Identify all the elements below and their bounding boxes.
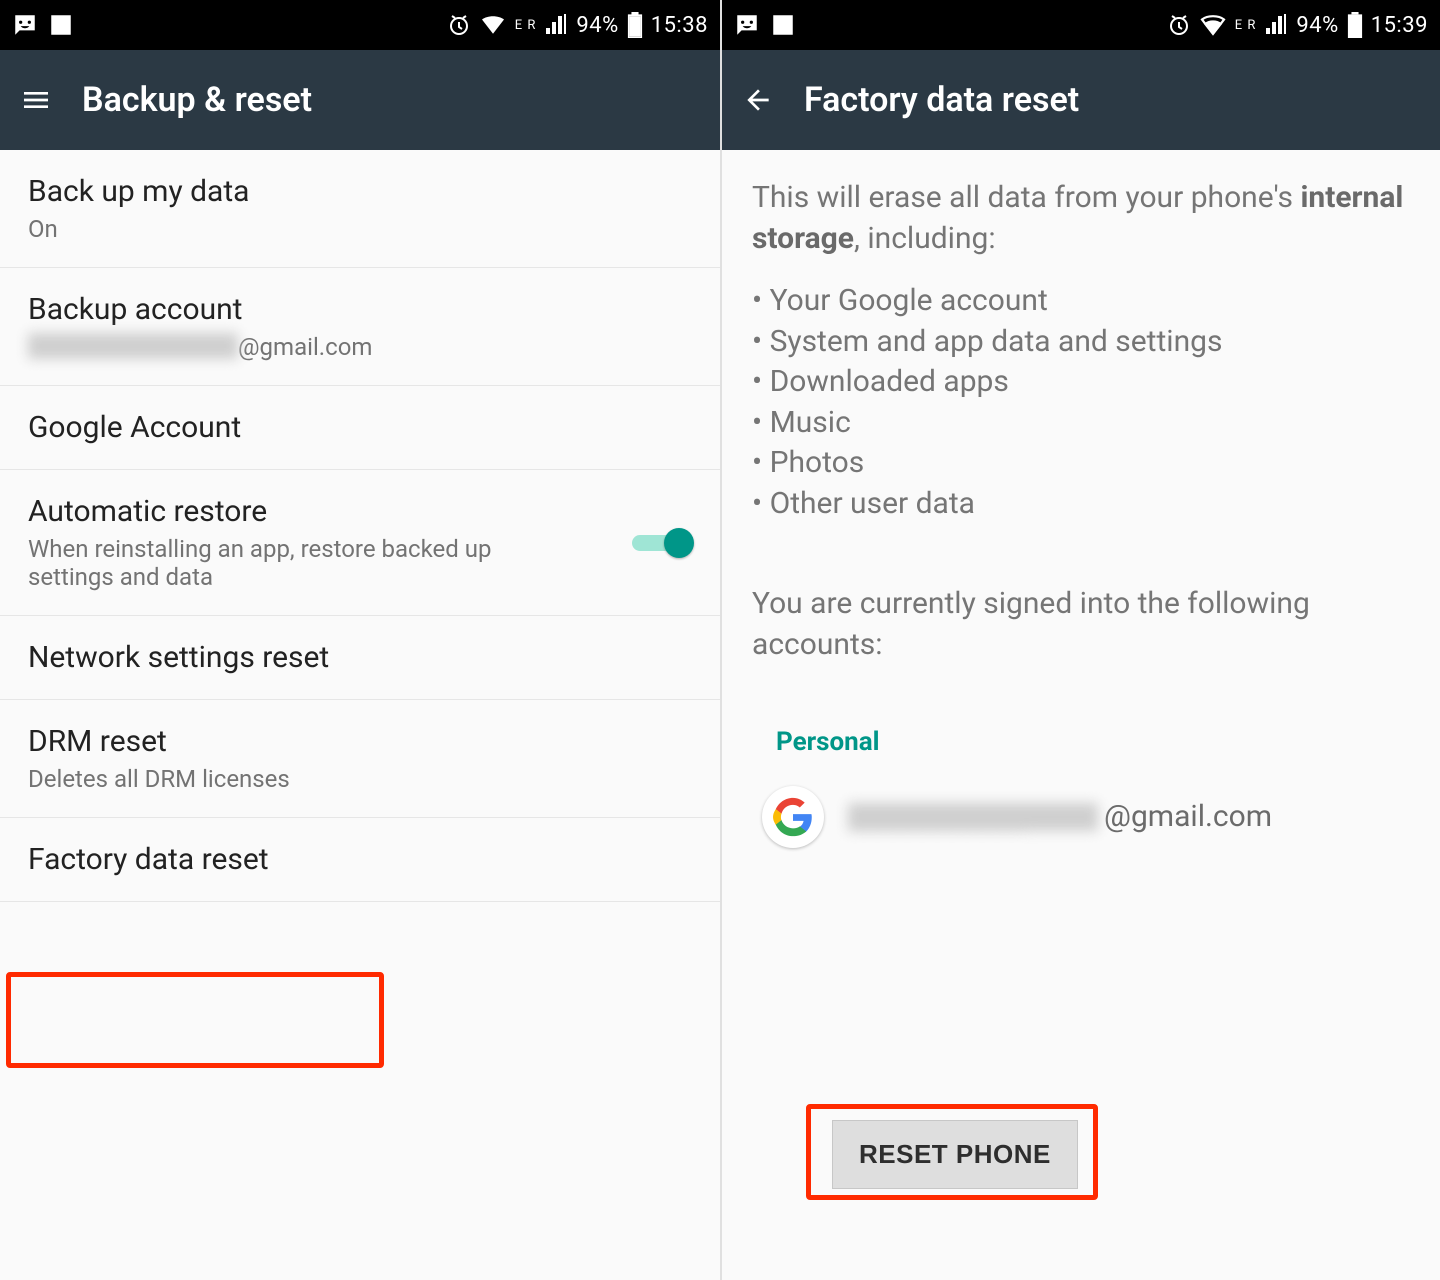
account-row[interactable]: xxxxxxxxxxxx@gmail.com	[752, 780, 1410, 848]
battery-percent: 94%	[576, 13, 618, 38]
status-bar: E R 94% 15:38	[0, 0, 720, 50]
highlight-factory-reset	[6, 972, 384, 1068]
reset-phone-button[interactable]: RESET PHONE	[832, 1120, 1078, 1189]
redacted-text: xxxxxxxxxx	[28, 333, 238, 359]
item-subtitle: When reinstalling an app, restore backed…	[28, 535, 548, 591]
item-title: Network settings reset	[28, 640, 329, 675]
item-title: Google Account	[28, 410, 241, 445]
sms-icon	[734, 12, 760, 38]
bullet-item: • Other user data	[752, 484, 1410, 525]
reset-description: This will erase all data from your phone…	[722, 150, 1440, 848]
item-google-account[interactable]: Google Account	[0, 386, 720, 470]
network-indicator: E R	[1235, 19, 1257, 32]
item-subtitle: On	[28, 215, 250, 243]
bullet-list: • Your Google account • System and app d…	[752, 281, 1410, 524]
wifi-icon	[1199, 14, 1227, 36]
clock-text: 15:39	[1371, 13, 1428, 38]
account-email: xxxxxxxxxxxx@gmail.com	[848, 797, 1272, 838]
bullet-item: • Photos	[752, 443, 1410, 484]
settings-list: Back up my data On Backup account xxxxxx…	[0, 150, 720, 902]
signal-icon	[1264, 14, 1288, 36]
bullet-item: • Your Google account	[752, 281, 1410, 322]
clock-text: 15:38	[651, 13, 708, 38]
image-icon	[770, 12, 796, 38]
intro-prefix: This will erase all data from your phone…	[752, 180, 1300, 215]
signal-icon	[544, 14, 568, 36]
battery-percent: 94%	[1296, 13, 1338, 38]
page-title: Backup & reset	[82, 80, 312, 120]
network-indicator: E R	[515, 19, 537, 32]
item-automatic-restore[interactable]: Automatic restore When reinstalling an a…	[0, 470, 720, 616]
item-title: Automatic restore	[28, 494, 548, 529]
toggle-automatic-restore[interactable]	[632, 528, 692, 558]
image-icon	[48, 12, 74, 38]
back-arrow-icon[interactable]	[742, 84, 774, 116]
sms-icon	[12, 12, 38, 38]
item-title: DRM reset	[28, 724, 290, 759]
bullet-item: • Music	[752, 403, 1410, 444]
bullet-item: • Downloaded apps	[752, 362, 1410, 403]
intro-suffix: , including:	[854, 221, 996, 256]
battery-icon	[627, 12, 643, 38]
signed-in-text: You are currently signed into the follow…	[752, 584, 1410, 665]
page-title: Factory data reset	[804, 80, 1079, 120]
item-factory-data-reset[interactable]: Factory data reset	[0, 818, 720, 902]
item-subtitle: Deletes all DRM licenses	[28, 765, 290, 793]
screen-factory-data-reset: E R 94% 15:39 Factory data reset	[720, 0, 1440, 1280]
redacted-text: xxxxxxxxxxxx	[848, 803, 1098, 831]
email-suffix: @gmail.com	[238, 333, 372, 361]
item-title: Factory data reset	[28, 842, 269, 877]
alarm-icon	[1167, 13, 1191, 37]
screen-backup-reset: E R 94% 15:38 Backup & reset	[0, 0, 720, 1280]
item-title: Back up my data	[28, 174, 250, 209]
hamburger-icon[interactable]	[20, 84, 52, 116]
item-network-settings-reset[interactable]: Network settings reset	[0, 616, 720, 700]
intro-text: This will erase all data from your phone…	[752, 178, 1410, 259]
battery-icon	[1347, 12, 1363, 38]
alarm-icon	[447, 13, 471, 37]
item-backup-my-data[interactable]: Back up my data On	[0, 150, 720, 268]
item-drm-reset[interactable]: DRM reset Deletes all DRM licenses	[0, 700, 720, 818]
status-bar: E R 94% 15:39	[722, 0, 1440, 50]
email-suffix: @gmail.com	[1104, 797, 1272, 838]
bullet-item: • System and app data and settings	[752, 322, 1410, 363]
wifi-icon	[479, 14, 507, 36]
app-bar: Backup & reset	[0, 50, 720, 150]
item-subtitle: xxxxxxxxxx@gmail.com	[28, 333, 372, 361]
item-backup-account[interactable]: Backup account xxxxxxxxxx@gmail.com	[0, 268, 720, 386]
app-bar: Factory data reset	[722, 50, 1440, 150]
personal-label: Personal	[776, 725, 1410, 760]
google-logo-icon	[762, 786, 824, 848]
item-title: Backup account	[28, 292, 372, 327]
